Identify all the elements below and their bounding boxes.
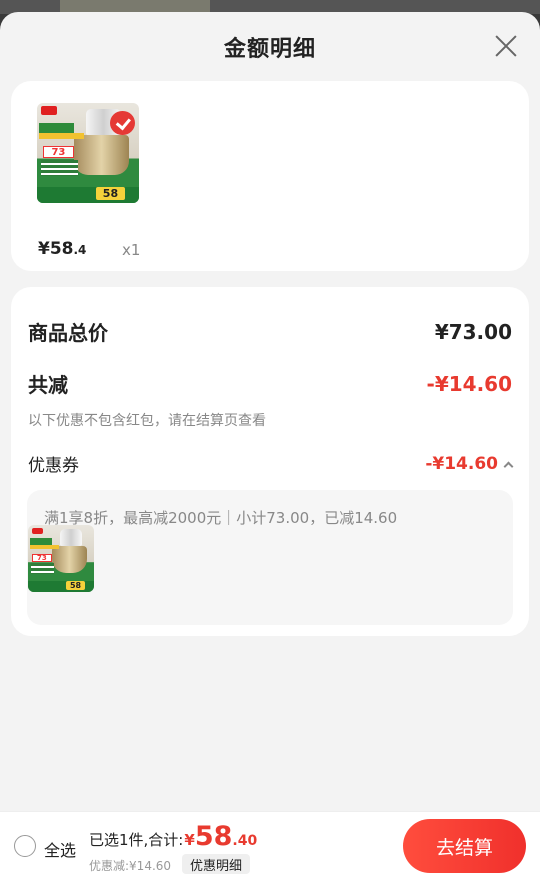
- image-tag-green: [39, 123, 74, 133]
- brand-logo: [41, 106, 58, 115]
- sheet-title: 金额明细: [223, 37, 316, 62]
- coupon-product-image[interactable]: 73 58: [28, 525, 94, 592]
- discount-detail-button[interactable]: 优惠明细: [182, 854, 251, 874]
- total-summary: 已选1件,合计: ¥ 58 .40: [89, 823, 257, 850]
- price-breakdown-card: 商品总价 ¥73.00 共减 -¥14.60 以下优惠不包含红包，请在结算页查看…: [11, 287, 529, 636]
- product-price-decimal: .4: [73, 243, 87, 257]
- selected-count-label: 已选1件,合计:: [89, 831, 184, 849]
- coupon-label: 优惠券: [28, 456, 79, 476]
- product-price: ¥58.4: [38, 239, 86, 259]
- chevron-up-icon: [503, 461, 514, 471]
- select-all-label[interactable]: 全选: [44, 837, 76, 861]
- product-price-main: ¥58: [38, 239, 74, 259]
- image-feature-lines: [41, 160, 78, 176]
- image-sale-price: 58: [66, 581, 85, 590]
- coupon-description: 满1享8折，最高减2000元｜小计73.00，已减14.60: [44, 509, 398, 527]
- red-packet-note: 以下优惠不包含红包，请在结算页查看: [28, 413, 266, 429]
- coupon-detail-box: 满1享8折，最高减2000元｜小计73.00，已减14.60: [27, 490, 513, 625]
- coupon-row[interactable]: 优惠券 -¥14.60: [28, 451, 514, 476]
- amount-detail-sheet: 金额明细 73 58 ¥58.4 x1 商品总价 ¥73.00 共减 -¥14.…: [0, 12, 540, 880]
- coupon-value-text: -¥14.60: [425, 453, 498, 474]
- image-tag-green: [30, 538, 53, 546]
- total-amount-integer: 58: [194, 821, 233, 852]
- close-icon[interactable]: [492, 32, 520, 60]
- reduction-value: -¥14.60: [426, 371, 512, 396]
- image-feature-lines: [30, 563, 55, 574]
- product-image[interactable]: 73 58: [37, 103, 139, 203]
- brand-logo: [32, 528, 43, 535]
- product-pot-shape: [73, 135, 129, 175]
- coupon-value[interactable]: -¥14.60: [425, 453, 514, 474]
- sheet-header: 金额明细: [0, 12, 540, 82]
- checkmark-icon: [110, 111, 135, 135]
- select-all-radio[interactable]: [14, 835, 36, 857]
- image-price-tag: 73: [31, 553, 52, 562]
- reduction-row: 共减 -¥14.60: [28, 369, 512, 398]
- product-jar-shape: [59, 529, 83, 547]
- currency-symbol: ¥: [184, 831, 195, 849]
- image-price-tag: 73: [43, 146, 74, 158]
- total-label: 商品总价: [28, 321, 108, 345]
- product-card: 73 58 ¥58.4 x1: [11, 81, 529, 271]
- product-quantity: x1: [122, 241, 141, 259]
- product-pot-shape: [51, 546, 88, 574]
- total-amount-decimal: .40: [232, 833, 258, 849]
- image-sale-price: 58: [96, 187, 125, 200]
- total-value: ¥73.00: [434, 319, 512, 344]
- image-tag-yellow: [30, 545, 60, 550]
- discount-amount: 优惠减:¥14.60: [89, 859, 172, 873]
- checkout-button[interactable]: 去结算: [403, 819, 526, 873]
- reduction-label: 共减: [28, 373, 68, 397]
- checkout-bar: 全选 已选1件,合计: ¥ 58 .40 优惠减:¥14.60 优惠明细 去结算: [0, 811, 540, 880]
- total-row: 商品总价 ¥73.00: [28, 317, 512, 346]
- image-tag-yellow: [39, 133, 84, 139]
